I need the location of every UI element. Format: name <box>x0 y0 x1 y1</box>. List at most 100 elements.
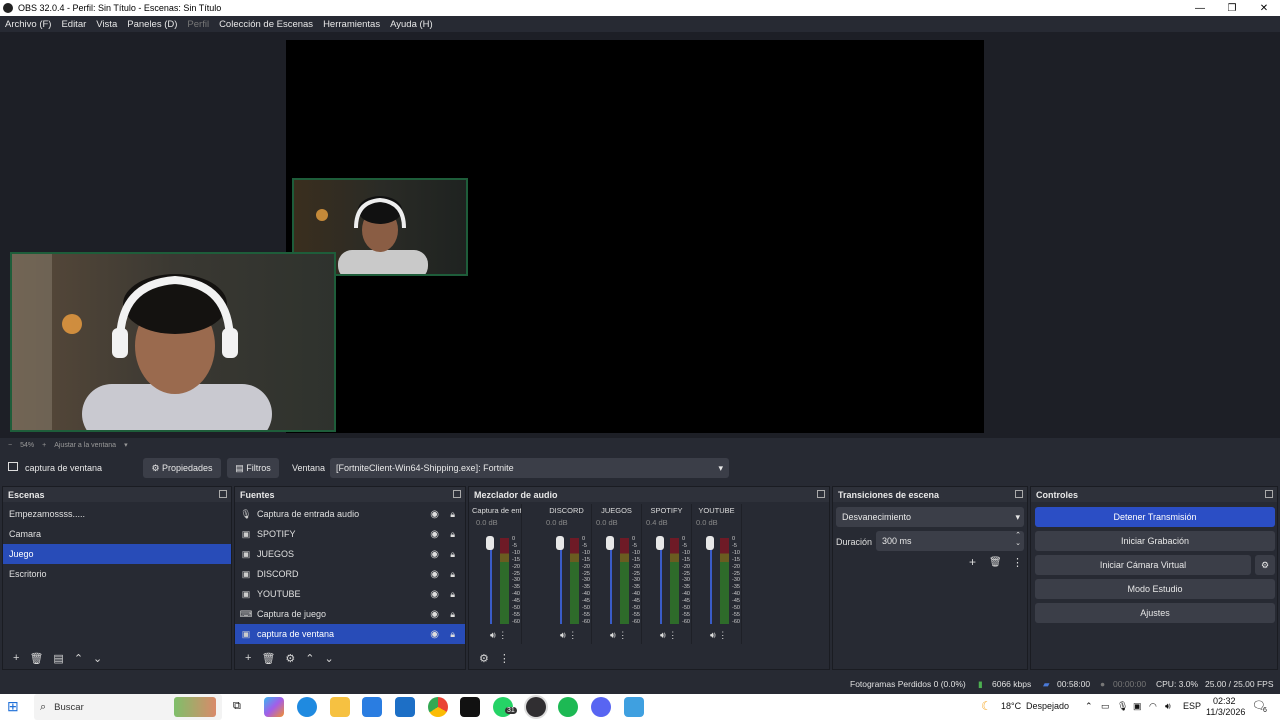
outlook-icon[interactable] <box>395 697 415 717</box>
chevron-up-icon[interactable]: ⌃ <box>1085 701 1093 712</box>
eye-icon[interactable]: ◉ <box>430 549 439 560</box>
speaker-icon[interactable]: 🔊︎ <box>660 630 666 640</box>
chrome-icon[interactable] <box>428 697 448 717</box>
microphone-icon[interactable]: 🎙 <box>1117 701 1128 712</box>
speaker-icon[interactable]: 🔊︎ <box>560 630 566 640</box>
undock-icon[interactable] <box>1015 490 1023 498</box>
lock-icon[interactable]: 🔒︎ <box>450 589 455 600</box>
trash-icon[interactable]: 🗑 <box>989 557 1002 568</box>
menu-archivo[interactable]: Archivo (F) <box>5 19 51 30</box>
volume-icon[interactable]: 🔊︎ <box>1165 701 1171 712</box>
filter-icon[interactable]: ▤ <box>53 652 63 665</box>
volume-fader-track[interactable] <box>560 538 562 624</box>
chevron-down-icon[interactable]: ▾ <box>124 441 128 449</box>
menu-ayuda[interactable]: Ayuda (H) <box>390 19 433 30</box>
lock-icon[interactable]: 🔒︎ <box>450 529 455 540</box>
start-recording-button[interactable]: Iniciar Grabación <box>1035 531 1275 551</box>
trash-icon[interactable]: 🗑 <box>261 652 275 665</box>
app-icon[interactable] <box>624 697 644 717</box>
menu-dots-icon[interactable]: ⋮ <box>498 630 507 640</box>
add-icon[interactable]: + <box>969 555 976 569</box>
source-item[interactable]: 🎙 Captura de entrada audio ◉ 🔒︎ <box>235 504 465 524</box>
gear-icon[interactable]: ⚙ <box>285 652 295 665</box>
move-up-icon[interactable]: ⌃ <box>305 652 314 665</box>
add-icon[interactable]: + <box>245 652 251 664</box>
restore-icon[interactable]: ❐ <box>1216 0 1248 16</box>
zoom-fit-select[interactable]: Ajustar a la ventana <box>54 442 116 449</box>
language-indicator[interactable]: ESP <box>1183 701 1201 711</box>
eye-icon[interactable]: ◉ <box>430 609 439 620</box>
move-up-icon[interactable]: ⌃ <box>74 652 83 665</box>
settings-button[interactable]: Ajustes <box>1035 603 1275 623</box>
eye-icon[interactable]: ◉ <box>430 509 439 520</box>
source-item[interactable]: ▣ captura de ventana ◉ 🔒︎ <box>235 624 465 644</box>
source-item[interactable]: ▣ YOUTUBE ◉ 🔒︎ <box>235 584 465 604</box>
advanced-audio-icon[interactable]: ⚙ <box>479 652 489 665</box>
zoom-in-button[interactable]: + <box>42 442 46 449</box>
volume-fader-track[interactable] <box>660 538 662 624</box>
window-select[interactable]: [FortniteClient-Win64-Shipping.exe]: For… <box>330 458 729 478</box>
volume-fader-handle[interactable] <box>606 536 614 550</box>
properties-button[interactable]: ⚙ Propiedades <box>143 458 221 478</box>
file-explorer-icon[interactable] <box>330 697 350 717</box>
clock-time[interactable]: 02:32 <box>1213 696 1236 706</box>
menu-dots-icon[interactable]: ⋮ <box>499 652 510 665</box>
filters-button[interactable]: ▤ Filtros <box>227 458 279 478</box>
source-item[interactable]: ⌨ Captura de juego ◉ 🔒︎ <box>235 604 465 624</box>
obs-taskbar-icon[interactable] <box>526 697 546 717</box>
lock-icon[interactable]: 🔒︎ <box>450 549 455 560</box>
speaker-icon[interactable]: 🔊︎ <box>490 630 496 640</box>
undock-icon[interactable] <box>1265 490 1273 498</box>
menu-perfil[interactable]: Perfil <box>187 19 209 30</box>
tray-app-icon[interactable]: ▭ <box>1101 701 1110 712</box>
source-item[interactable]: ▣ DISCORD ◉ 🔒︎ <box>235 564 465 584</box>
tiktok-icon[interactable] <box>460 697 480 717</box>
scene-item[interactable]: Escritorio <box>3 564 231 584</box>
taskbar-search[interactable]: ⌕ Buscar <box>34 694 222 720</box>
move-down-icon[interactable]: ⌄ <box>325 652 334 665</box>
menu-dots-icon[interactable]: ⋮ <box>568 630 577 640</box>
add-icon[interactable]: + <box>13 652 19 664</box>
store-icon[interactable] <box>362 697 382 717</box>
menu-coleccion-escenas[interactable]: Colección de Escenas <box>219 19 313 30</box>
lock-icon[interactable]: 🔒︎ <box>450 509 455 520</box>
menu-dots-icon[interactable]: ⋮ <box>1012 556 1023 569</box>
minimize-icon[interactable]: — <box>1184 0 1216 16</box>
clock-date[interactable]: 11/3/2026 <box>1206 707 1245 717</box>
menu-paneles[interactable]: Paneles (D) <box>127 19 177 30</box>
volume-fader-handle[interactable] <box>556 536 564 550</box>
undock-icon[interactable] <box>219 490 227 498</box>
zoom-out-button[interactable]: − <box>8 442 12 449</box>
volume-fader-handle[interactable] <box>486 536 494 550</box>
eye-icon[interactable]: ◉ <box>430 629 439 640</box>
scene-item[interactable]: Juego <box>3 544 231 564</box>
eye-icon[interactable]: ◉ <box>430 589 439 600</box>
start-virtual-camera-button[interactable]: Iniciar Cámara Virtual <box>1035 555 1251 575</box>
close-icon[interactable]: ✕ <box>1248 0 1280 16</box>
volume-fader-handle[interactable] <box>656 536 664 550</box>
eye-icon[interactable]: ◉ <box>430 529 439 540</box>
menu-herramientas[interactable]: Herramientas <box>323 19 380 30</box>
volume-fader-track[interactable] <box>710 538 712 624</box>
duration-input[interactable]: 300 ms ⌃ ⌄ <box>876 531 1024 551</box>
edge-icon[interactable] <box>297 697 317 717</box>
eye-icon[interactable]: ◉ <box>430 569 439 580</box>
stepper-icon[interactable]: ⌃ ⌄ <box>1015 532 1021 548</box>
volume-fader-track[interactable] <box>610 538 612 624</box>
menu-editar[interactable]: Editar <box>61 19 86 30</box>
transition-select[interactable]: Desvanecimiento ▾ <box>836 507 1024 527</box>
task-view-icon[interactable]: ⧉ <box>233 700 241 713</box>
scene-item[interactable]: Empezamossss..... <box>3 504 231 524</box>
wifi-icon[interactable]: ◠ <box>1149 701 1157 712</box>
menu-dots-icon[interactable]: ⋮ <box>718 630 727 640</box>
scene-item[interactable]: Camara <box>3 524 231 544</box>
trash-icon[interactable]: 🗑 <box>29 652 43 665</box>
volume-fader-track[interactable] <box>490 538 492 624</box>
menu-vista[interactable]: Vista <box>96 19 117 30</box>
undock-icon[interactable] <box>453 490 461 498</box>
stop-stream-button[interactable]: Detener Transmisión <box>1035 507 1275 527</box>
studio-mode-button[interactable]: Modo Estudio <box>1035 579 1275 599</box>
lock-icon[interactable]: 🔒︎ <box>450 629 455 640</box>
lock-icon[interactable]: 🔒︎ <box>450 569 455 580</box>
move-down-icon[interactable]: ⌄ <box>93 652 102 665</box>
